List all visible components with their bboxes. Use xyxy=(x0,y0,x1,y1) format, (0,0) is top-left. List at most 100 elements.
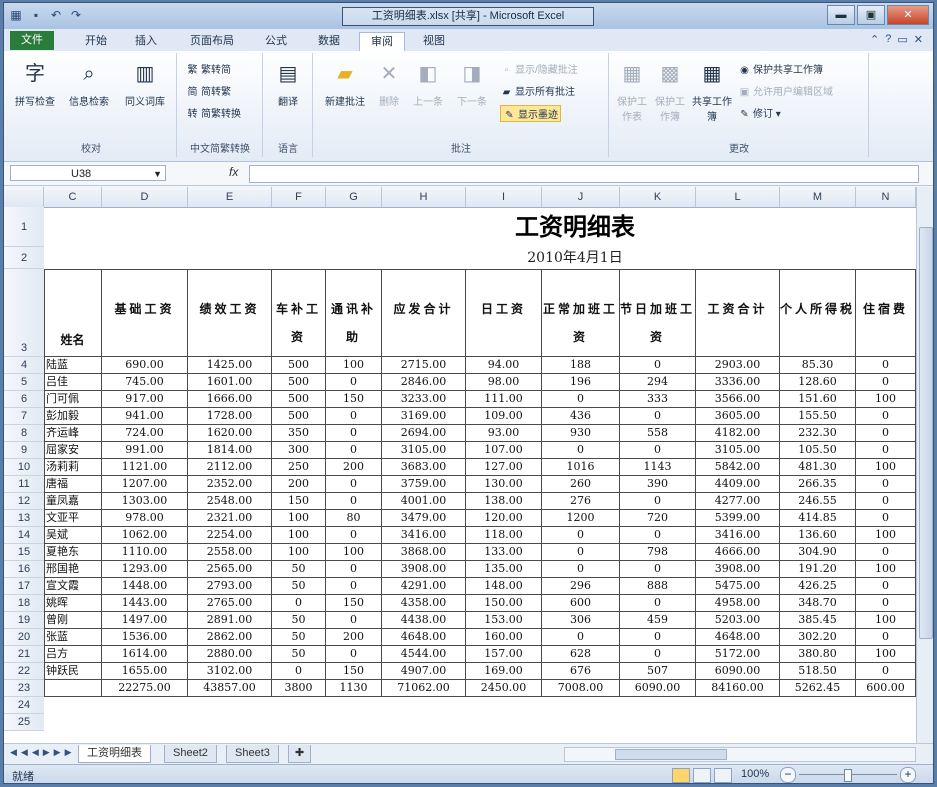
row-header-14[interactable]: 14 xyxy=(4,527,44,544)
page-layout-view-icon[interactable] xyxy=(693,768,711,783)
table-cell[interactable]: 0 xyxy=(620,442,696,459)
table-cell[interactable]: 2765.00 xyxy=(188,595,272,612)
table-cell[interactable]: 150 xyxy=(326,663,382,680)
table-cell[interactable]: 2565.00 xyxy=(188,561,272,578)
table-cell[interactable]: 250 xyxy=(272,459,326,476)
table-cell[interactable]: 100 xyxy=(272,510,326,527)
table-cell[interactable]: 3102.00 xyxy=(188,663,272,680)
spell-check-button[interactable]: 字拼写检查 xyxy=(10,59,60,108)
table-cell[interactable]: 978.00 xyxy=(102,510,188,527)
show-ink-button[interactable]: ✎ 显示墨迹 xyxy=(500,105,561,122)
row-header-3[interactable]: 3 xyxy=(4,269,44,357)
table-cell[interactable]: 191.20 xyxy=(780,561,856,578)
total-cell[interactable]: 1130 xyxy=(326,680,382,697)
table-cell[interactable]: 128.60 xyxy=(780,374,856,391)
total-cell[interactable]: 6090.00 xyxy=(620,680,696,697)
table-cell[interactable]: 941.00 xyxy=(102,408,188,425)
table-cell[interactable]: 彭加毅 xyxy=(44,408,102,425)
table-cell[interactable]: 4648.00 xyxy=(696,629,780,646)
table-cell[interactable]: 5475.00 xyxy=(696,578,780,595)
maximize-button[interactable]: ▣ xyxy=(857,5,885,25)
save-icon[interactable]: ▪ xyxy=(28,7,44,23)
header-cell[interactable]: 日工资 xyxy=(466,269,542,357)
row-header-5[interactable]: 5 xyxy=(4,374,44,391)
tab-review[interactable]: 审阅 xyxy=(359,32,405,52)
table-cell[interactable]: 507 xyxy=(620,663,696,680)
header-cell[interactable]: 绩效工资 xyxy=(188,269,272,357)
table-cell[interactable]: 304.90 xyxy=(780,544,856,561)
table-cell[interactable]: 0 xyxy=(856,510,916,527)
table-cell[interactable]: 0 xyxy=(326,425,382,442)
previous-comment-button[interactable]: ◧ 上一条 xyxy=(408,59,448,108)
table-cell[interactable]: 陆蓝 xyxy=(44,357,102,374)
row-header-16[interactable]: 16 xyxy=(4,561,44,578)
table-cell[interactable]: 1016 xyxy=(542,459,620,476)
table-cell[interactable]: 2715.00 xyxy=(382,357,466,374)
table-cell[interactable]: 1620.00 xyxy=(188,425,272,442)
vertical-scroll-thumb[interactable] xyxy=(919,227,933,639)
column-header-m[interactable]: M xyxy=(780,187,856,207)
table-cell[interactable]: 0 xyxy=(856,476,916,493)
total-cell[interactable]: 71062.00 xyxy=(382,680,466,697)
table-cell[interactable]: 钟跃民 xyxy=(44,663,102,680)
table-cell[interactable]: 1601.00 xyxy=(188,374,272,391)
table-cell[interactable]: 350 xyxy=(272,425,326,442)
table-cell[interactable]: 3868.00 xyxy=(382,544,466,561)
table-cell[interactable]: 0 xyxy=(326,612,382,629)
table-cell[interactable]: 111.00 xyxy=(466,391,542,408)
table-cell[interactable]: 276 xyxy=(542,493,620,510)
table-cell[interactable]: 720 xyxy=(620,510,696,527)
sheet-nav-arrows[interactable]: ◀◀◀▶▶▶ xyxy=(10,747,76,758)
table-cell[interactable]: 385.45 xyxy=(780,612,856,629)
table-cell[interactable]: 3105.00 xyxy=(382,442,466,459)
show-hide-comment-button[interactable]: ▫ 显示/隐藏批注 xyxy=(500,61,578,76)
table-cell[interactable]: 文亚平 xyxy=(44,510,102,527)
row-header-24[interactable]: 24 xyxy=(4,697,44,714)
table-cell[interactable]: 380.80 xyxy=(780,646,856,663)
zoom-in-button[interactable]: + xyxy=(900,767,916,783)
table-cell[interactable]: 109.00 xyxy=(466,408,542,425)
total-cell[interactable]: 22275.00 xyxy=(102,680,188,697)
table-cell[interactable]: 2548.00 xyxy=(188,493,272,510)
table-cell[interactable]: 100 xyxy=(272,527,326,544)
row-header-25[interactable]: 25 xyxy=(4,714,44,731)
table-cell[interactable]: 门可佩 xyxy=(44,391,102,408)
table-cell[interactable]: 1666.00 xyxy=(188,391,272,408)
table-cell[interactable]: 2112.00 xyxy=(188,459,272,476)
total-cell[interactable]: 3800 xyxy=(272,680,326,697)
table-cell[interactable]: 0 xyxy=(272,595,326,612)
row-header-1[interactable]: 1 xyxy=(4,207,44,247)
table-cell[interactable]: 张蓝 xyxy=(44,629,102,646)
row-header-17[interactable]: 17 xyxy=(4,578,44,595)
table-cell[interactable]: 2793.00 xyxy=(188,578,272,595)
table-cell[interactable]: 0 xyxy=(856,578,916,595)
table-cell[interactable]: 3908.00 xyxy=(382,561,466,578)
table-cell[interactable]: 135.00 xyxy=(466,561,542,578)
table-cell[interactable]: 吕佳 xyxy=(44,374,102,391)
table-cell[interactable]: 1110.00 xyxy=(102,544,188,561)
sheet-tab-1[interactable]: 工资明细表 xyxy=(78,745,151,763)
table-cell[interactable]: 100 xyxy=(272,544,326,561)
horizontal-scroll-thumb[interactable] xyxy=(615,749,727,760)
header-cell[interactable]: 应发合计 xyxy=(382,269,466,357)
row-header-12[interactable]: 12 xyxy=(4,493,44,510)
table-cell[interactable]: 481.30 xyxy=(780,459,856,476)
table-cell[interactable]: 390 xyxy=(620,476,696,493)
row-header-22[interactable]: 22 xyxy=(4,663,44,680)
close-workbook-icon[interactable]: ✕ xyxy=(914,33,923,46)
table-cell[interactable]: 94.00 xyxy=(466,357,542,374)
table-cell[interactable]: 93.00 xyxy=(466,425,542,442)
table-cell[interactable]: 1728.00 xyxy=(188,408,272,425)
table-cell[interactable]: 夏艳东 xyxy=(44,544,102,561)
table-cell[interactable]: 0 xyxy=(326,527,382,544)
table-cell[interactable]: 0 xyxy=(856,663,916,680)
table-cell[interactable]: 798 xyxy=(620,544,696,561)
table-cell[interactable]: 0 xyxy=(620,527,696,544)
table-cell[interactable]: 100 xyxy=(856,459,916,476)
table-cell[interactable]: 200 xyxy=(326,459,382,476)
table-cell[interactable]: 4907.00 xyxy=(382,663,466,680)
tab-view[interactable]: 视图 xyxy=(414,32,454,51)
column-header-h[interactable]: H xyxy=(382,187,466,207)
table-cell[interactable]: 1143 xyxy=(620,459,696,476)
protect-shared-workbook-button[interactable]: ◉ 保护共享工作簿 xyxy=(738,61,823,76)
